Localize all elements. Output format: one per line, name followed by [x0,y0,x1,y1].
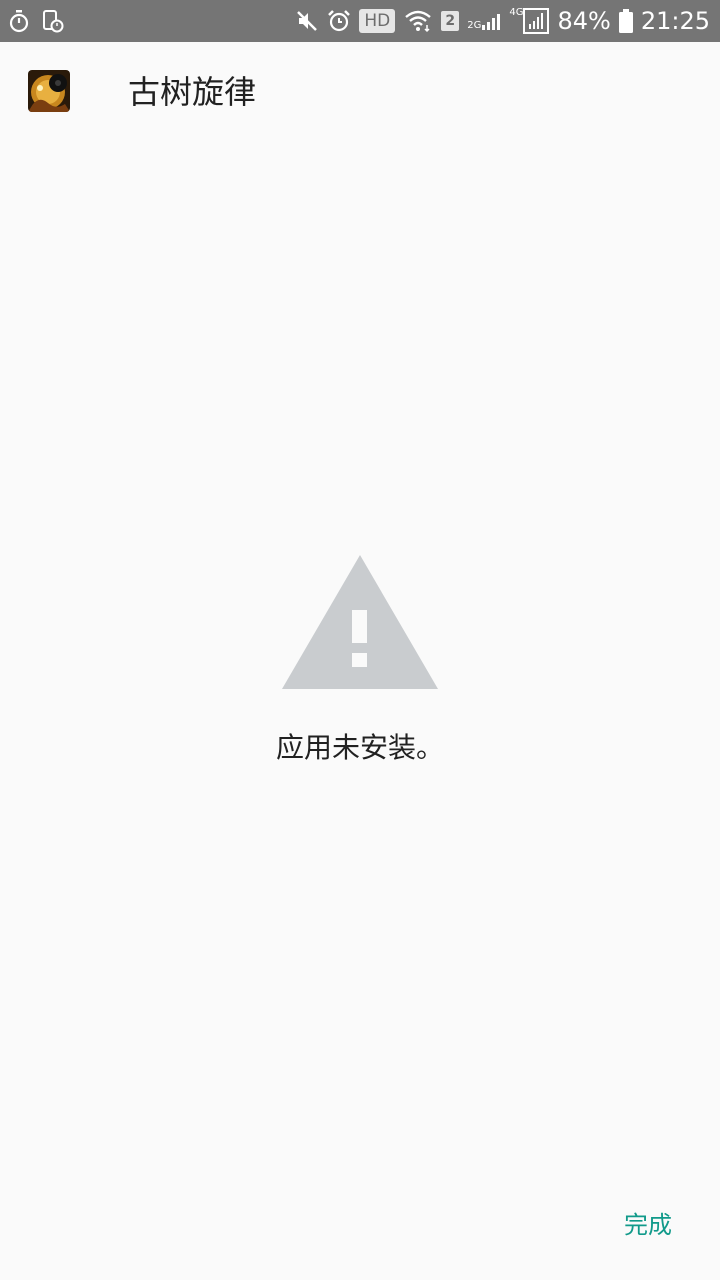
mute-icon [295,9,319,33]
status-bar: HD 2 2G 4G 84% 21:25 [0,0,720,42]
wifi-icon [403,9,433,33]
app-icon [28,70,70,112]
app-title: 古树旋律 [128,73,257,111]
not-installed-message: 应用未安装。 [275,731,444,764]
done-button[interactable]: 完成 [616,1200,680,1250]
alarm-icon [327,9,351,33]
battery-icon [618,9,633,33]
sim-slot-badge: 2 [441,11,460,31]
battery-percent: 84% [557,7,611,35]
clock: 21:25 [640,7,710,35]
signal-4g-icon: 4G [509,7,550,34]
signal-2g-icon: 2G [467,11,501,31]
app-header: 古树旋律 [0,42,720,142]
net-2g-label: 2G [467,20,482,31]
stopwatch-icon [8,9,30,33]
hd-badge: HD [359,9,396,33]
warning-icon [282,555,438,691]
net-4g-label: 4G [509,7,524,18]
screen-time-icon [42,9,64,33]
